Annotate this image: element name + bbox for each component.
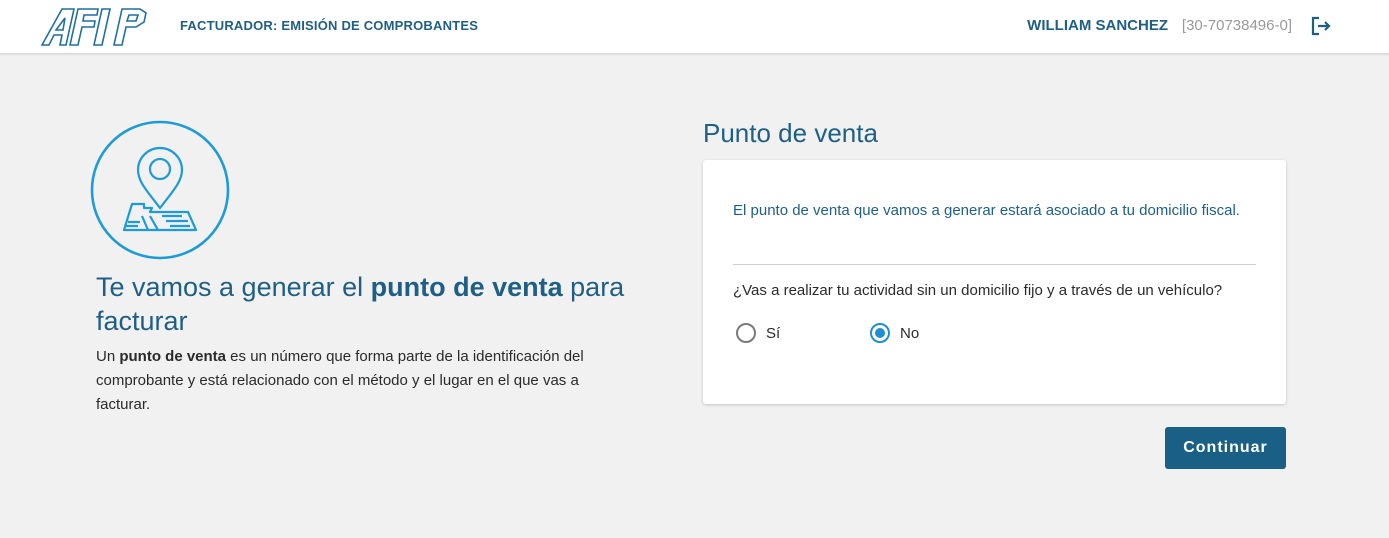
punto-de-venta-card: El punto de venta que vamos a generar es… — [703, 160, 1286, 404]
top-bar: FACTURADOR: EMISIÓN DE COMPROBANTES WILL… — [0, 0, 1389, 54]
radio-option-si[interactable]: Sí — [736, 322, 780, 344]
continue-button[interactable]: Continuar — [1165, 427, 1286, 469]
panel-title: Punto de venta — [703, 118, 878, 148]
radio-no[interactable] — [870, 323, 890, 343]
intro-title: Te vamos a generar el punto de venta par… — [96, 272, 625, 336]
info-text: El punto de venta que vamos a generar es… — [733, 202, 1240, 219]
divider — [733, 264, 1256, 265]
logout-icon[interactable] — [1310, 15, 1332, 37]
user-cuit: [30-70738496-0] — [1181, 17, 1292, 34]
user-name: WILLIAM SANCHEZ — [1027, 17, 1168, 34]
afip-logo[interactable] — [40, 8, 166, 46]
vehicle-question: ¿Vas a realizar tu actividad sin un domi… — [733, 282, 1223, 299]
radio-option-no[interactable]: No — [870, 322, 919, 344]
radio-si[interactable] — [736, 323, 756, 343]
radio-label-no: No — [900, 324, 920, 342]
intro-description: Un punto de venta es un número que forma… — [96, 348, 584, 413]
map-pin-icon — [90, 120, 230, 260]
radio-label-si: Sí — [766, 324, 781, 342]
app-title: FACTURADOR: EMISIÓN DE COMPROBANTES — [180, 18, 479, 33]
